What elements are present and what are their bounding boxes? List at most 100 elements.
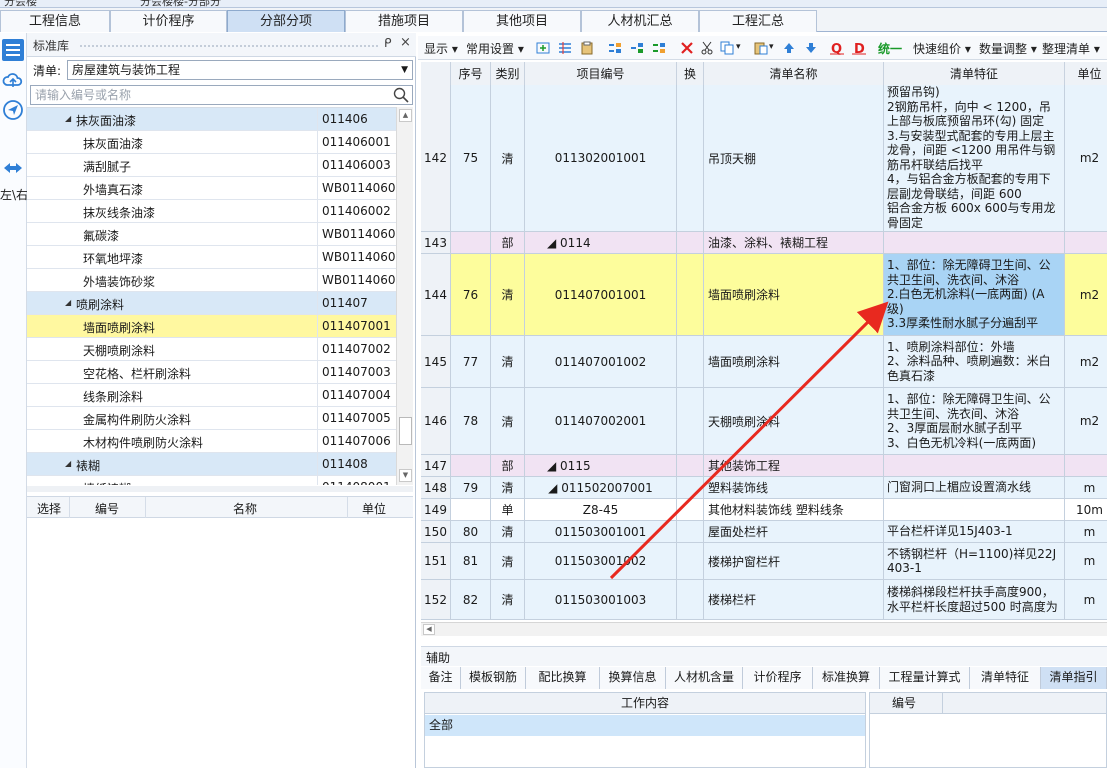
cell-item-name[interactable]: 其他材料装饰线 塑料线条 bbox=[704, 499, 884, 520]
row-number[interactable]: 148 bbox=[421, 477, 451, 498]
cell-item-name[interactable]: 楼梯栏杆 bbox=[704, 580, 884, 619]
row-number[interactable]: 151 bbox=[421, 543, 451, 579]
header-seq[interactable]: 序号 bbox=[451, 62, 491, 86]
grid-row[interactable]: 150 80 清 011503001001 屋面处栏杆 平台栏杆详见15J403-1 m bbox=[421, 521, 1107, 543]
cell-item-name[interactable]: 楼梯护窗栏杆 bbox=[704, 543, 884, 579]
tab-project-info[interactable]: 工程信息 bbox=[0, 10, 110, 32]
row-number[interactable]: 146 bbox=[421, 388, 451, 454]
header-unit[interactable]: 单位 bbox=[1065, 62, 1107, 86]
cell-unit[interactable]: m bbox=[1065, 543, 1107, 579]
drag-handle[interactable] bbox=[79, 44, 379, 48]
cell-item-code[interactable]: ◢ 0114 bbox=[525, 232, 677, 253]
pin-icon[interactable]: ᑭ bbox=[384, 36, 392, 50]
cell-item-features[interactable]: 门窗洞口上楣应设置滴水线 bbox=[884, 477, 1065, 498]
aux-tab-0[interactable]: 备注 bbox=[421, 667, 461, 689]
paste-dropdown-icon[interactable]: ▾ bbox=[769, 42, 774, 52]
title-tab-2[interactable]: 分会楼楼-分部分 bbox=[140, 0, 221, 7]
qd-library-select[interactable]: 房屋建筑与装饰工程 ▼ bbox=[67, 60, 413, 80]
cell-swap[interactable] bbox=[677, 543, 704, 579]
quantity-adjust-menu[interactable]: 数量调整 ▾ bbox=[979, 40, 1037, 57]
tree-item-row[interactable]: 外墙装饰砂浆 WB011406004 bbox=[27, 269, 396, 292]
grid-row[interactable]: 152 82 清 011503001003 楼梯栏杆 楼梯斜梯段栏杆扶手高度900，水平栏… bbox=[421, 580, 1107, 620]
cell-swap[interactable] bbox=[677, 580, 704, 619]
close-icon[interactable]: × bbox=[400, 35, 411, 50]
cell-swap[interactable] bbox=[677, 455, 704, 476]
cell-unit[interactable]: m2 bbox=[1065, 254, 1107, 335]
tree-item-row[interactable]: 线条刷涂料 011407004 bbox=[27, 384, 396, 407]
expander-icon[interactable]: ◢ bbox=[65, 459, 71, 468]
quick-group-menu[interactable]: 快速组价 ▾ bbox=[913, 40, 971, 57]
cell-category[interactable]: 清 bbox=[491, 477, 525, 498]
display-menu[interactable]: 显示 ▾ bbox=[424, 40, 458, 57]
cell-item-code[interactable]: 011302001001 bbox=[525, 85, 677, 231]
aux-tab-2[interactable]: 配比换算 bbox=[526, 667, 600, 689]
cloud-upload-icon[interactable] bbox=[2, 69, 24, 91]
cell-unit[interactable]: m bbox=[1065, 521, 1107, 542]
expander-icon[interactable]: ◢ bbox=[65, 298, 71, 307]
tab-measures[interactable]: 措施项目 bbox=[345, 10, 463, 32]
cell-item-features[interactable] bbox=[884, 499, 1065, 520]
cell-item-code[interactable]: ◢ 011502007001 bbox=[525, 477, 677, 498]
cell-item-features[interactable]: 1、喷刷涂料部位：外墙 2、涂料品种、喷刷遍数：米白色真石漆 bbox=[884, 336, 1065, 387]
aux-tab-8[interactable]: 清单特征 bbox=[970, 667, 1041, 689]
cell-category[interactable]: 清 bbox=[491, 543, 525, 579]
cell-unit[interactable]: m2 bbox=[1065, 336, 1107, 387]
tab-project-summary[interactable]: 工程汇总 bbox=[699, 10, 817, 32]
aux-tab-6[interactable]: 标准换算 bbox=[813, 667, 880, 689]
cell-item-code[interactable]: 011407001001 bbox=[525, 254, 677, 335]
aux-tab-3[interactable]: 换算信息 bbox=[600, 667, 666, 689]
tree-item-row[interactable]: 外墙真石漆 WB011406001 bbox=[27, 177, 396, 200]
tree-item-row[interactable]: 墙面喷刷涂料 011407001 bbox=[27, 315, 396, 338]
cell-unit[interactable]: m2 bbox=[1065, 388, 1107, 454]
cell-item-features[interactable]: 1、部位：除无障碍卫生间、公共卫生间、洗衣间、沐浴 2.白色无机涂料(一底两面)… bbox=[884, 254, 1065, 335]
row-number[interactable]: 143 bbox=[421, 232, 451, 253]
tree-item-row[interactable]: 抹灰线条油漆 011406002 bbox=[27, 200, 396, 223]
cell-item-features[interactable]: 楼梯斜梯段栏杆扶手高度900，水平栏杆长度超过500 时高度为 bbox=[884, 580, 1065, 619]
cell-seq[interactable] bbox=[451, 499, 491, 520]
cell-item-name[interactable]: 油漆、涂料、裱糊工程 bbox=[704, 232, 884, 253]
query-q-icon[interactable]: Q bbox=[830, 41, 844, 55]
move-up-icon[interactable] bbox=[782, 41, 796, 55]
cell-unit[interactable]: 10m bbox=[1065, 499, 1107, 520]
tree-item-row[interactable]: 金属构件刷防火涂料 011407005 bbox=[27, 407, 396, 430]
cell-item-code[interactable]: 011407001002 bbox=[525, 336, 677, 387]
grid-row[interactable]: 151 81 清 011503001002 楼梯护窗栏杆 不锈钢栏杆（H=1100)祥见2… bbox=[421, 543, 1107, 580]
cell-seq[interactable]: 80 bbox=[451, 521, 491, 542]
row-number[interactable]: 144 bbox=[421, 254, 451, 335]
left-right-arrows-icon[interactable] bbox=[2, 157, 24, 179]
cell-item-code[interactable]: 011407002001 bbox=[525, 388, 677, 454]
cell-category[interactable]: 清 bbox=[491, 580, 525, 619]
cell-seq[interactable]: 78 bbox=[451, 388, 491, 454]
cell-item-code[interactable]: 011503001001 bbox=[525, 521, 677, 542]
title-tab-1[interactable]: 分会楼 bbox=[4, 0, 37, 7]
row-number[interactable]: 149 bbox=[421, 499, 451, 520]
cell-category[interactable]: 清 bbox=[491, 85, 525, 231]
aux-tab-4[interactable]: 人材机含量 bbox=[666, 667, 743, 689]
scroll-thumb[interactable] bbox=[399, 417, 412, 445]
grid-hscroll[interactable]: ◀ bbox=[421, 622, 1107, 636]
copy-icon[interactable] bbox=[720, 41, 734, 55]
tab-labor-material-summary[interactable]: 人材机汇总 bbox=[581, 10, 699, 32]
cell-category[interactable]: 部 bbox=[491, 232, 525, 253]
header-item-features[interactable]: 清单特征 bbox=[884, 62, 1065, 86]
aux-tab-1[interactable]: 模板钢筋 bbox=[461, 667, 526, 689]
cell-item-name[interactable]: 其他装饰工程 bbox=[704, 455, 884, 476]
search-icon[interactable] bbox=[393, 87, 409, 103]
cell-seq[interactable] bbox=[451, 232, 491, 253]
row-number[interactable]: 152 bbox=[421, 580, 451, 619]
common-settings-menu[interactable]: 常用设置 ▾ bbox=[466, 40, 524, 57]
tree-scrollbar[interactable]: ▲ ▼ bbox=[396, 107, 413, 485]
cell-seq[interactable]: 77 bbox=[451, 336, 491, 387]
tree-hscroll[interactable] bbox=[27, 486, 413, 492]
cell-item-features[interactable] bbox=[884, 232, 1065, 253]
row-number[interactable]: 147 bbox=[421, 455, 451, 476]
header-category[interactable]: 类别 bbox=[491, 62, 525, 86]
tree-item-row[interactable]: 环氧地坪漆 WB011406003 bbox=[27, 246, 396, 269]
navigation-icon[interactable] bbox=[2, 99, 24, 121]
grid-icon[interactable] bbox=[558, 41, 572, 55]
grid-row[interactable]: 144 76 清 011407001001 墙面喷刷涂料 1、部位：除无障碍卫生间、公共卫… bbox=[421, 254, 1107, 336]
cell-category[interactable]: 清 bbox=[491, 521, 525, 542]
cell-unit[interactable]: m bbox=[1065, 477, 1107, 498]
tree-group-row[interactable]: ◢ 裱糊 011408 bbox=[27, 453, 396, 476]
move-down-icon[interactable] bbox=[804, 41, 818, 55]
